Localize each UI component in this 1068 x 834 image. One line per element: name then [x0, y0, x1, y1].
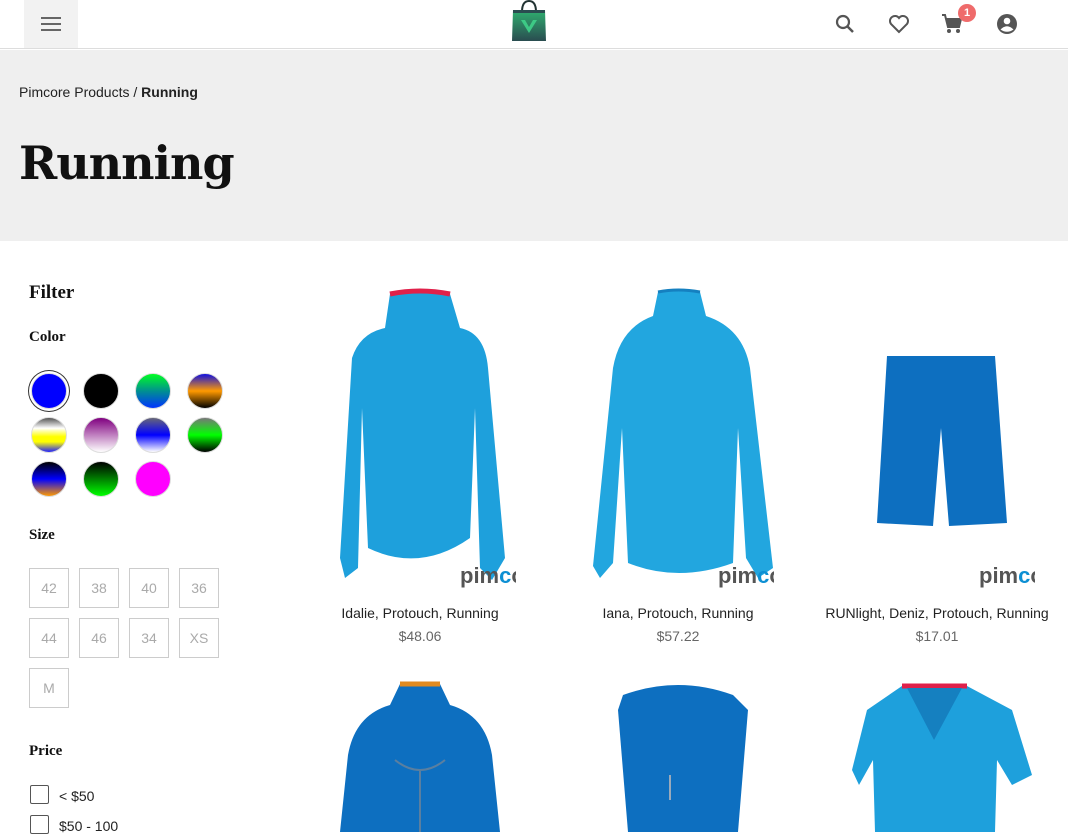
size-option[interactable]: 38: [79, 568, 119, 608]
product-card[interactable]: [300, 680, 540, 832]
product-image-shorts: [817, 288, 1057, 588]
product-image-jacket: [558, 288, 798, 588]
product-card[interactable]: [558, 680, 798, 832]
product-name[interactable]: Idalie, Protouch, Running: [300, 605, 540, 621]
breadcrumb-separator: /: [129, 84, 141, 100]
size-filter-label: Size: [29, 527, 55, 544]
product-price: $17.01: [817, 628, 1057, 644]
size-option[interactable]: 42: [29, 568, 69, 608]
page-title: Running: [19, 136, 234, 190]
breadcrumb-parent-link[interactable]: Pimcore Products: [19, 84, 129, 100]
product-price: $57.22: [558, 628, 798, 644]
menu-button[interactable]: [24, 0, 78, 48]
heart-icon[interactable]: [887, 12, 911, 36]
product-price: $48.06: [300, 628, 540, 644]
price-checkbox-50-100[interactable]: [30, 815, 49, 834]
color-swatch[interactable]: [83, 417, 119, 453]
filter-title: Filter: [29, 282, 74, 304]
product-name[interactable]: Iana, Protouch, Running: [558, 605, 798, 621]
size-option[interactable]: 40: [129, 568, 169, 608]
product-card[interactable]: [817, 680, 1057, 832]
product-card[interactable]: pimcore Idalie, Protouch, Running $48.06: [300, 288, 540, 648]
color-filter-label: Color: [29, 329, 66, 346]
size-option[interactable]: 36: [179, 568, 219, 608]
color-swatch[interactable]: [135, 417, 171, 453]
pimcore-watermark: pimcore: [460, 563, 516, 589]
color-swatch[interactable]: [187, 373, 223, 409]
pimcore-watermark: pimcore: [979, 563, 1035, 589]
shopping-bag-logo-icon: [510, 0, 548, 42]
size-option[interactable]: XS: [179, 618, 219, 658]
breadcrumb-current: Running: [141, 84, 198, 100]
breadcrumb: Pimcore Products / Running: [19, 84, 198, 100]
search-icon[interactable]: [833, 12, 857, 36]
product-image-vest: [558, 680, 798, 832]
size-option[interactable]: M: [29, 668, 69, 708]
color-swatch[interactable]: [31, 373, 67, 409]
size-option[interactable]: 34: [129, 618, 169, 658]
color-swatch[interactable]: [135, 373, 171, 409]
color-swatch[interactable]: [135, 461, 171, 497]
color-swatch[interactable]: [31, 417, 67, 453]
product-image-jacket: [300, 288, 540, 588]
hamburger-icon: [41, 17, 61, 31]
top-header: 1: [0, 0, 1068, 49]
color-swatch[interactable]: [187, 417, 223, 453]
color-swatch[interactable]: [83, 461, 119, 497]
pimcore-watermark: pimcore: [718, 563, 774, 589]
size-option[interactable]: 44: [29, 618, 69, 658]
price-checkbox-under-50[interactable]: [30, 785, 49, 804]
cart-count-badge: 1: [958, 4, 976, 22]
color-swatch[interactable]: [31, 461, 67, 497]
price-filter-label: Price: [29, 743, 62, 760]
product-name[interactable]: RUNlight, Deniz, Protouch, Running: [817, 605, 1057, 621]
product-card[interactable]: pimcore Iana, Protouch, Running $57.22: [558, 288, 798, 648]
account-icon[interactable]: [995, 12, 1019, 36]
product-image-jacket: [300, 680, 540, 832]
product-card[interactable]: pimcore RUNlight, Deniz, Protouch, Runni…: [817, 288, 1057, 648]
price-label-under-50: < $50: [59, 788, 94, 804]
shop-logo[interactable]: [510, 0, 548, 47]
color-swatch[interactable]: [83, 373, 119, 409]
size-option[interactable]: 46: [79, 618, 119, 658]
product-image-tshirt: [817, 680, 1057, 832]
